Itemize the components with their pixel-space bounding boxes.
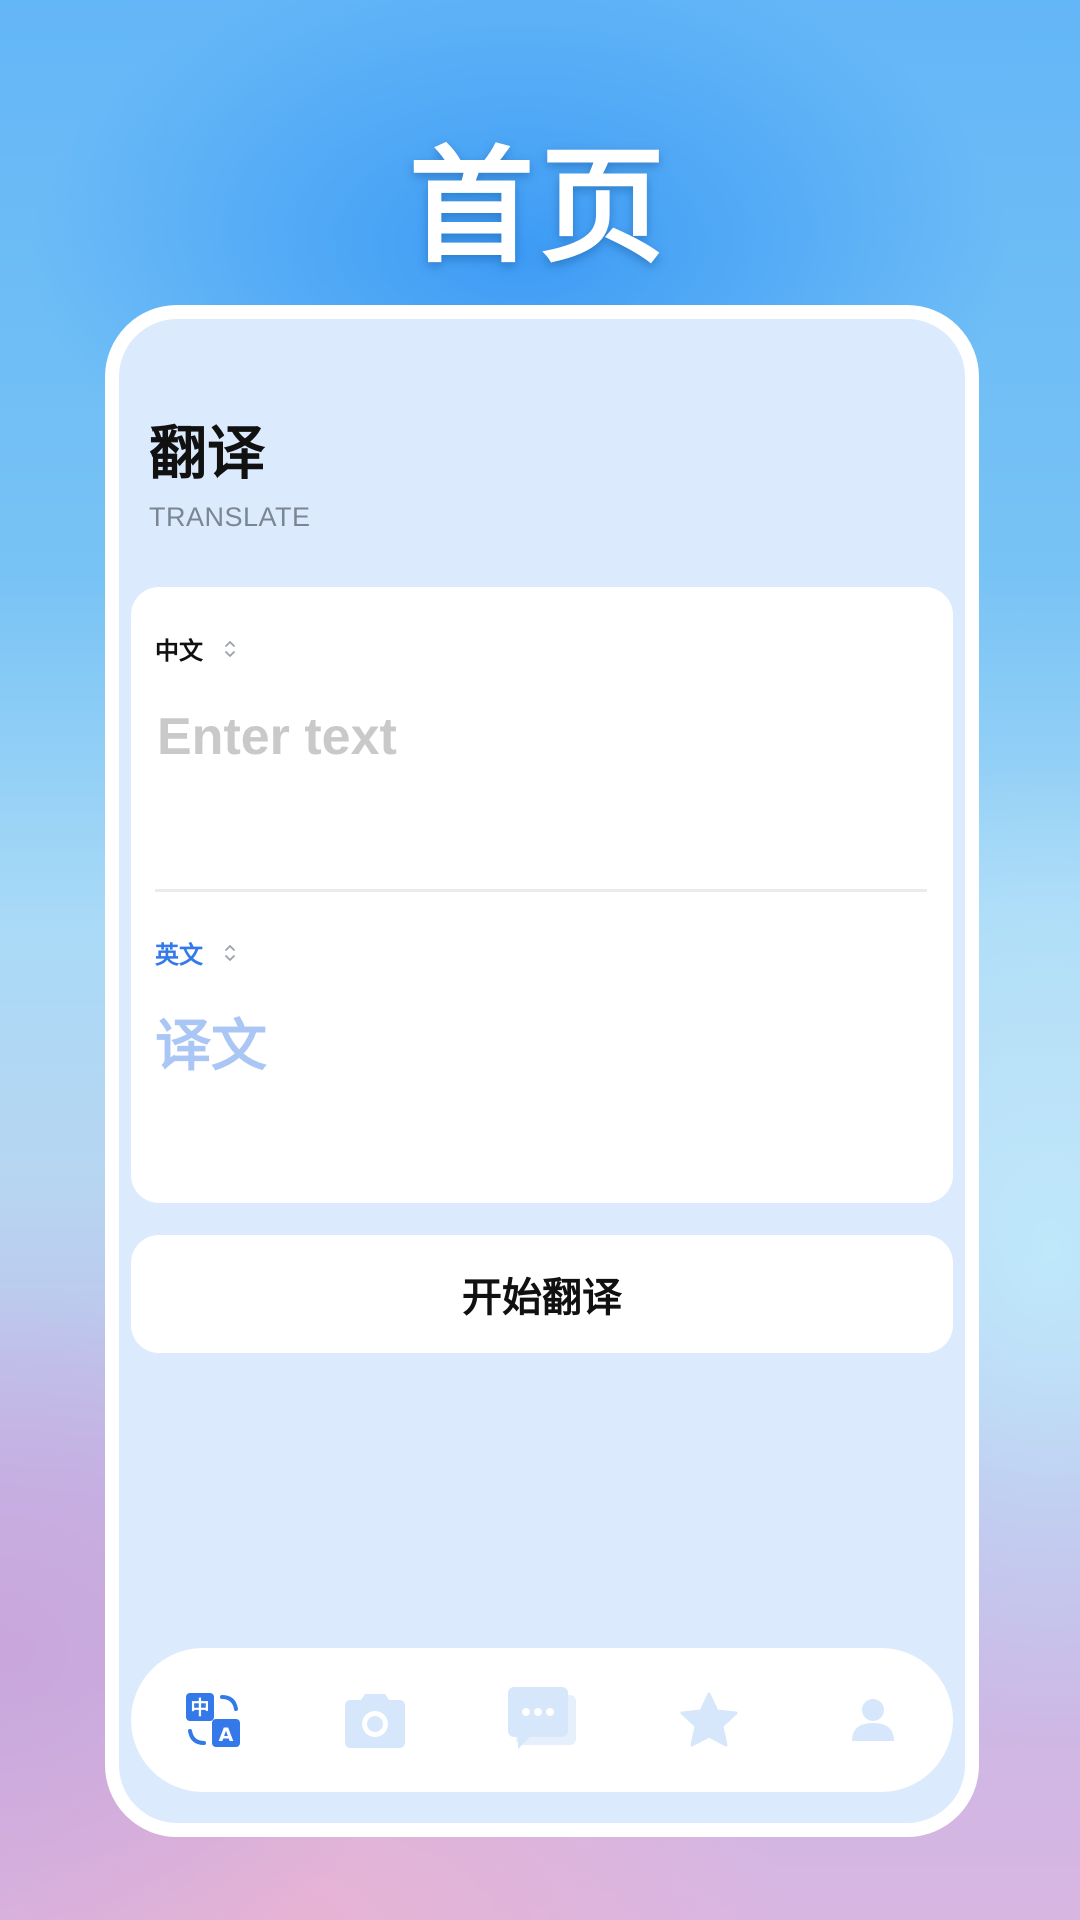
translate-icon-source-glyph: 中	[190, 1696, 209, 1719]
start-translate-button[interactable]: 开始翻译	[131, 1235, 953, 1353]
camera-icon	[343, 1690, 407, 1750]
tab-translate[interactable]: 中 A	[171, 1678, 255, 1762]
page-title: 首页	[409, 135, 671, 280]
chevron-updown-icon	[223, 638, 237, 660]
translation-output: 译文	[155, 1014, 267, 1079]
user-icon	[848, 1695, 898, 1745]
tab-camera[interactable]	[333, 1678, 417, 1762]
translate-icon-target-glyph: A	[219, 1724, 234, 1746]
source-language-label: 中文	[155, 637, 203, 665]
translator-card: 中文 英文 译文	[131, 587, 953, 1203]
tab-favorites[interactable]	[667, 1678, 751, 1762]
translate-icon: 中 A	[182, 1689, 244, 1751]
target-language-label: 英文	[155, 941, 203, 969]
phone-frame: 翻译 TRANSLATE 中文 英文 译文 开始翻译 中	[105, 305, 979, 1837]
source-language-selector[interactable]: 中文	[155, 631, 237, 666]
star-icon	[679, 1691, 739, 1749]
bottom-tab-bar: 中 A	[131, 1648, 953, 1792]
header-title: 翻译	[149, 419, 266, 487]
tab-profile[interactable]	[831, 1678, 915, 1762]
source-text-input[interactable]	[155, 705, 919, 869]
chat-icon	[506, 1685, 578, 1755]
divider	[155, 889, 927, 892]
chevron-updown-icon	[223, 942, 237, 964]
target-language-selector[interactable]: 英文	[155, 935, 237, 970]
tab-chat[interactable]	[500, 1678, 584, 1762]
header: 翻译 TRANSLATE	[149, 424, 311, 533]
header-subtitle: TRANSLATE	[149, 502, 311, 532]
